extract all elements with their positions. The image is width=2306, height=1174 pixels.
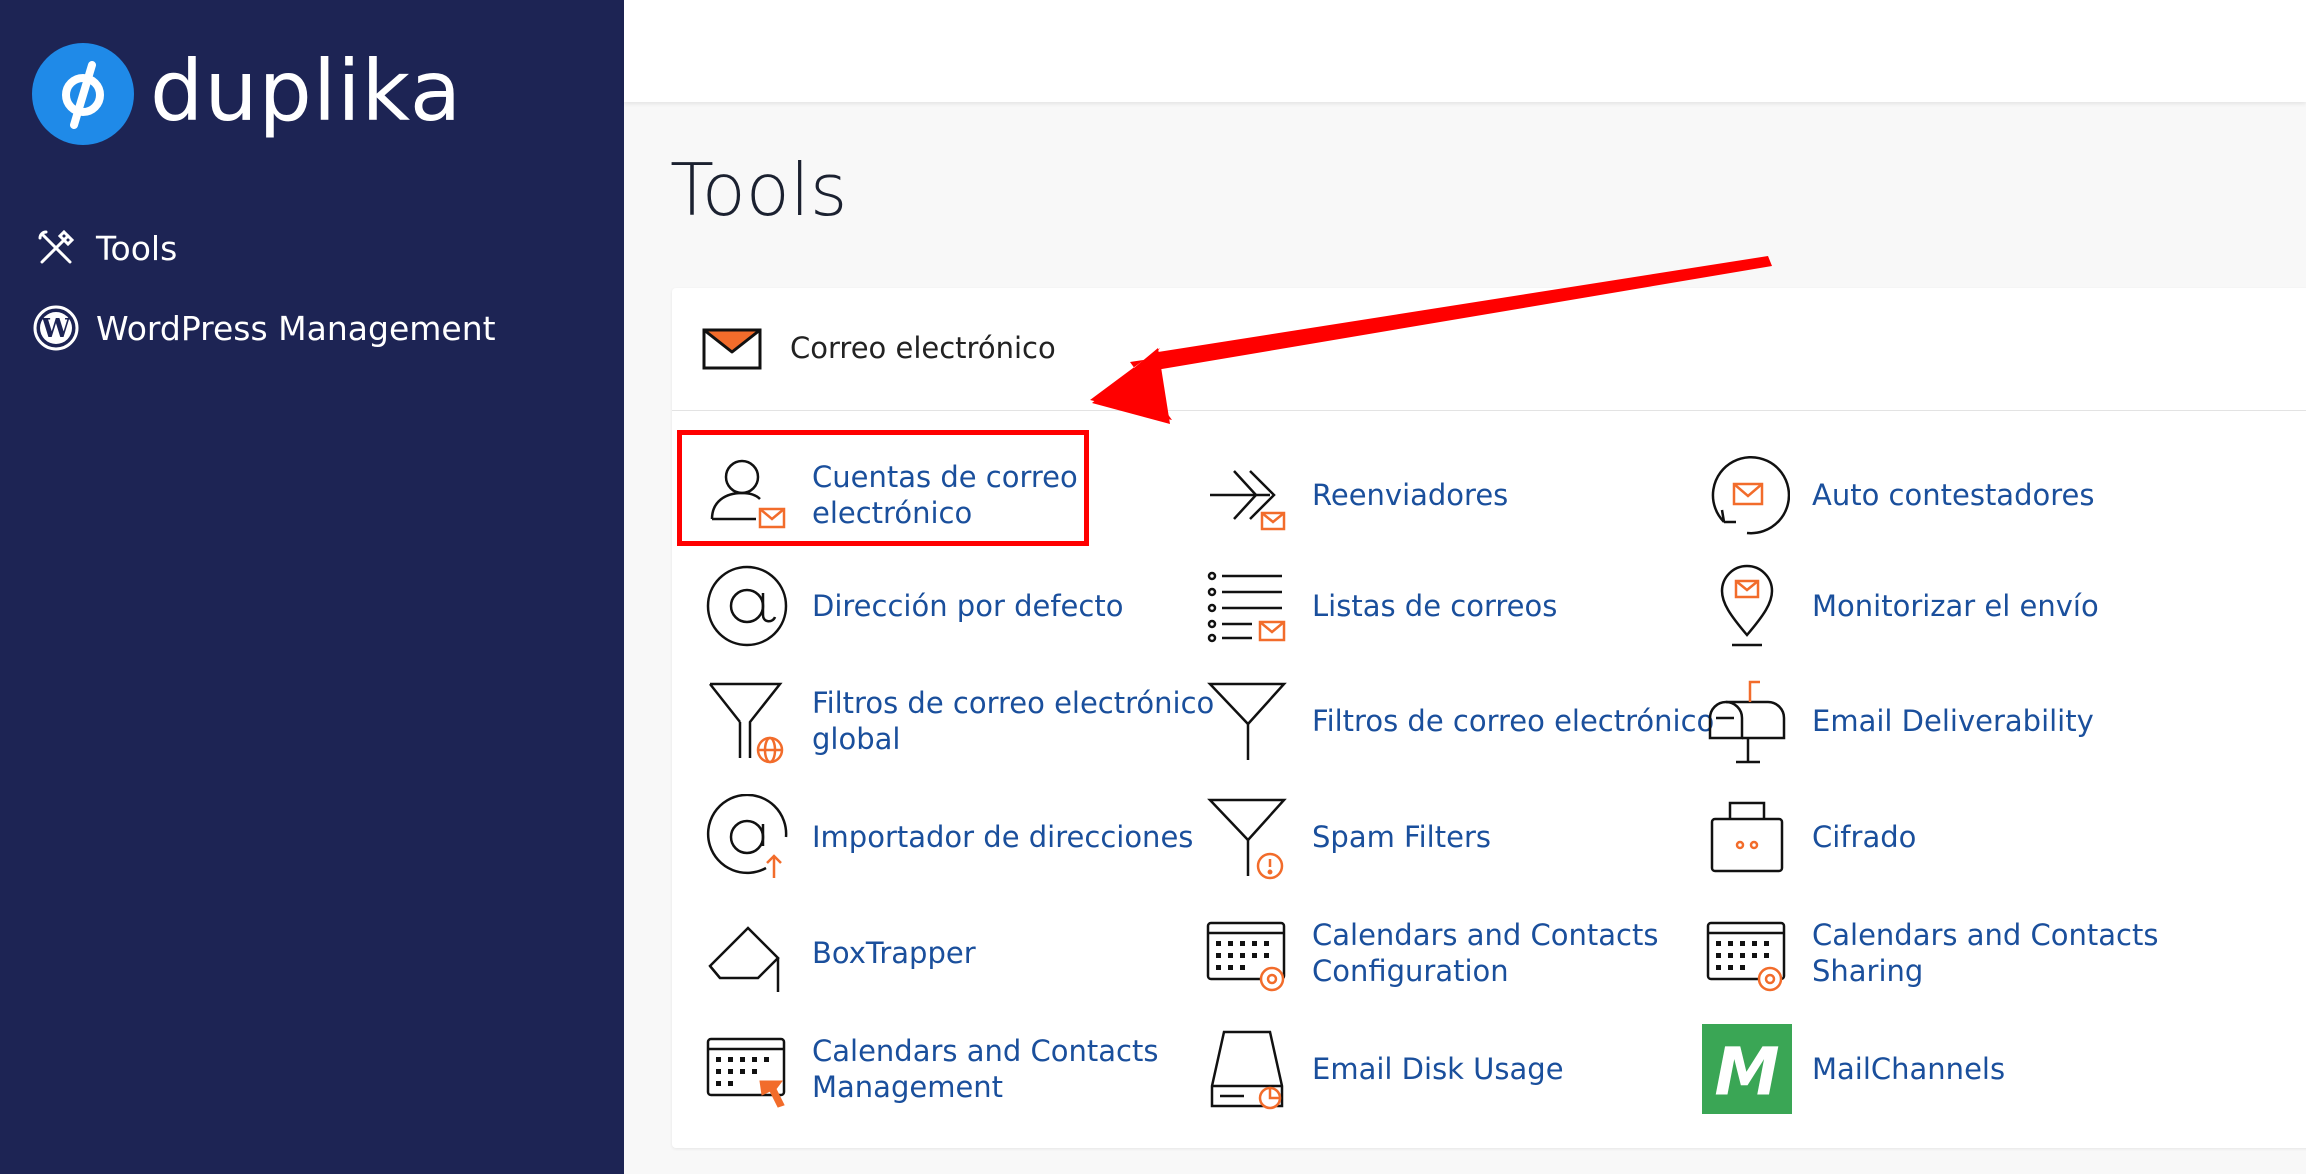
brand-name: duplika [150,42,463,140]
tool-label: BoxTrapper [812,936,976,970]
section-header[interactable]: Correo electrónico [672,288,2306,411]
tool-default-address[interactable]: Dirección por defecto [702,561,1123,651]
mailbox-icon [1702,676,1792,766]
tool-forwarders[interactable]: Reenviadores [1202,450,1508,540]
tool-boxtrapper[interactable]: BoxTrapper [702,908,976,998]
svg-text:W: W [40,314,71,344]
tool-autoresponders[interactable]: Auto contestadores [1702,450,2094,540]
page-title: Tools [670,148,848,232]
wordpress-icon: W [30,302,82,354]
tool-label: Filtros de correo electrónico global [812,686,1215,756]
mailchannels-logo-icon: M [1702,1024,1792,1114]
autoresponders-icon [1702,450,1792,540]
sidebar-item-label: Tools [96,228,178,268]
tool-calendars-contacts-management[interactable]: Calendars and Contacts Management [702,1024,1158,1114]
section-title: Correo electrónico [790,331,1056,365]
tool-mailchannels[interactable]: M MailChannels [1702,1024,2005,1114]
boxtrapper-icon [702,908,792,998]
tool-label: Dirección por defecto [812,589,1124,623]
sidebar-item-wordpress-management[interactable]: W WordPress Management [30,302,496,354]
disk-usage-icon [1202,1024,1292,1114]
tool-mailing-lists[interactable]: Listas de correos [1202,561,1557,651]
tool-label: Auto contestadores [1812,478,2095,512]
tool-email-disk-usage[interactable]: Email Disk Usage [1202,1024,1564,1114]
tool-spam-filters[interactable]: Spam Filters [1202,792,1491,882]
encryption-icon [1702,792,1792,882]
calendar-config-icon [1202,908,1292,998]
tool-global-email-filters[interactable]: Filtros de correo electrónico global [702,676,1214,766]
email-section-panel: Correo electrónico Cuentas de correo ele… [672,288,2306,1148]
tool-calendars-contacts-configuration[interactable]: Calendars and Contacts Configuration [1202,908,1658,998]
mailing-lists-icon [1202,561,1292,651]
tool-label: Email Deliverability [1812,704,2094,738]
global-filter-icon [702,676,792,766]
tool-label: Cifrado [1812,820,1917,854]
email-filter-icon [1202,676,1292,766]
sidebar-item-tools[interactable]: Tools [30,222,177,274]
tool-label: Calendars and Contacts Sharing [1812,918,2159,988]
tool-email-filters[interactable]: Filtros de correo electrónico [1202,676,1714,766]
top-bar [624,0,2306,102]
tool-label: Monitorizar el envío [1812,589,2099,623]
tool-label: Listas de correos [1312,589,1558,623]
tool-label: Importador de direcciones [812,820,1194,854]
tool-label: Spam Filters [1312,820,1491,854]
tool-encryption[interactable]: Cifrado [1702,792,1916,882]
tool-email-deliverability[interactable]: Email Deliverability [1702,676,2094,766]
tool-label: Calendars and Contacts Configuration [1312,918,1659,988]
tool-label: Calendars and Contacts Management [812,1034,1159,1104]
sidebar: duplika Tools W WordPress Management [0,0,624,1174]
tool-label: MailChannels [1812,1052,2006,1086]
tool-calendars-contacts-sharing[interactable]: Calendars and Contacts Sharing [1702,908,2158,998]
calendar-sharing-icon [1702,908,1792,998]
calendar-management-icon [702,1024,792,1114]
tool-label: Reenviadores [1312,478,1509,512]
tool-label: Filtros de correo electrónico [1312,704,1715,738]
default-address-icon [702,561,792,651]
forwarders-icon [1202,450,1292,540]
tool-address-importer[interactable]: Importador de direcciones [702,792,1193,882]
highlight-box [677,430,1089,546]
sidebar-item-label: WordPress Management [96,308,496,348]
spam-filter-icon [1202,792,1292,882]
address-importer-icon [702,792,792,882]
tool-label: Email Disk Usage [1312,1052,1564,1086]
duplika-logo-mark-icon [32,43,134,145]
mailchannels-logo-letter: M [1714,1034,1779,1110]
tools-icon [30,222,82,274]
envelope-icon [702,328,762,374]
track-delivery-icon [1702,561,1792,651]
tool-track-delivery[interactable]: Monitorizar el envío [1702,561,2099,651]
